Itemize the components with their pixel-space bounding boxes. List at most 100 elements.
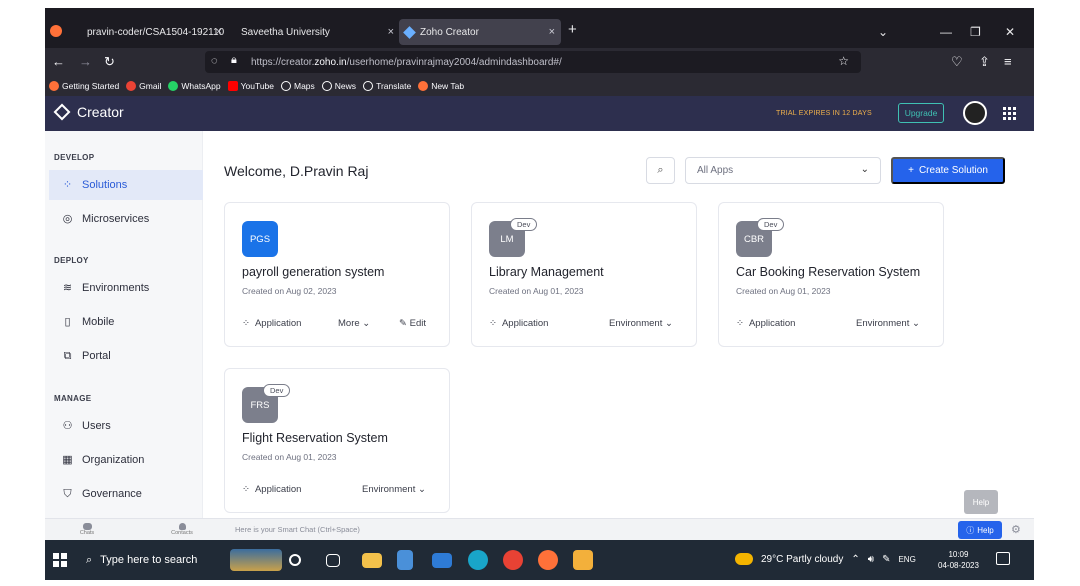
bookmark-getting-started[interactable]: Getting Started xyxy=(49,81,119,91)
tab-list-icon[interactable]: ⌄ xyxy=(878,25,888,39)
cortana-icon[interactable] xyxy=(289,554,301,566)
extensions-icon[interactable]: ⇪ xyxy=(979,54,990,70)
task-view-icon[interactable] xyxy=(326,554,340,567)
create-solution-button[interactable]: + Create Solution xyxy=(891,157,1005,184)
minimize-icon[interactable]: — xyxy=(940,25,952,39)
back-icon[interactable]: ← xyxy=(52,54,65,69)
bookmark-star-icon[interactable]: ☆ xyxy=(838,54,849,68)
chats-label: Chats xyxy=(79,530,95,536)
file-explorer-icon[interactable] xyxy=(362,553,382,568)
environment-dropdown[interactable]: Environment ⌄ xyxy=(362,484,426,495)
bookmark-news[interactable]: News xyxy=(321,81,356,91)
layers-icon: ≋ xyxy=(62,281,73,294)
upgrade-button[interactable]: Upgrade xyxy=(898,103,944,123)
mail-icon[interactable] xyxy=(432,553,452,568)
bookmark-whatsapp[interactable]: WhatsApp xyxy=(168,81,221,91)
more-button[interactable]: More ⌄ xyxy=(338,318,370,329)
calculator-icon[interactable] xyxy=(397,550,413,570)
creator-logo-icon xyxy=(53,103,71,121)
app-title[interactable]: Flight Reservation System xyxy=(242,431,388,445)
product-name: Creator xyxy=(77,104,124,120)
taskbar-search[interactable]: ⌕ Type here to search xyxy=(76,548,248,572)
bookmark-youtube[interactable]: YouTube xyxy=(227,81,274,91)
smart-chat-input[interactable]: Here is your Smart Chat (Ctrl+Space) xyxy=(235,525,360,534)
app-created-date: Created on Aug 01, 2023 xyxy=(489,286,584,296)
bookmark-gmail[interactable]: Gmail xyxy=(126,81,161,91)
close-icon[interactable]: × xyxy=(549,26,555,38)
solutions-icon: ⁘ xyxy=(62,178,73,191)
tab-github[interactable]: pravin-coder/CSA1504-192110 × xyxy=(75,19,228,45)
volume-icon[interactable]: 🔊︎ xyxy=(868,554,874,565)
application-icon: ⁘ xyxy=(489,318,497,329)
close-window-icon[interactable]: ✕ xyxy=(1005,25,1015,39)
tab-zoho-creator[interactable]: Zoho Creator × xyxy=(399,19,561,45)
globe-icon xyxy=(281,81,291,91)
clock-time: 10:09 xyxy=(948,550,969,559)
app-title[interactable]: Car Booking Reservation System xyxy=(736,265,920,279)
solution-card-pgs[interactable]: PGS payroll generation system Created on… xyxy=(224,202,450,347)
lock-icon[interactable]: 🔒︎ xyxy=(231,54,237,67)
app-title[interactable]: Library Management xyxy=(489,265,604,279)
solution-card-frs[interactable]: FRS Dev Flight Reservation System Create… xyxy=(224,368,450,513)
help-button[interactable]: ⓘ Help xyxy=(958,521,1002,539)
environment-dropdown[interactable]: Environment ⌄ xyxy=(856,318,920,329)
bookmark-maps[interactable]: Maps xyxy=(281,81,315,91)
restore-icon[interactable]: ❐ xyxy=(970,25,981,39)
close-icon[interactable]: × xyxy=(388,26,394,38)
search-button[interactable]: ⌕ xyxy=(646,157,675,184)
avatar[interactable] xyxy=(963,101,987,125)
hamburger-menu-icon[interactable]: ≡ xyxy=(1004,54,1012,69)
app-type: ⁘ Application xyxy=(242,318,301,329)
close-icon[interactable]: × xyxy=(216,26,222,38)
reload-icon[interactable]: ↻ xyxy=(104,54,115,70)
tab-saveetha[interactable]: Saveetha University × xyxy=(235,19,400,45)
firefox-icon[interactable] xyxy=(538,550,558,570)
system-tray: 29°C Partly cloudy ⌃ 🔊︎ ✎ ENG xyxy=(735,553,916,565)
app-body: DEVELOP ⁘ Solutions ◎ Microservices DEPL… xyxy=(45,131,1034,518)
tab-label: Zoho Creator xyxy=(420,26,479,38)
portal-icon: ⧉ xyxy=(63,349,72,362)
pocket-icon[interactable]: ♡ xyxy=(951,54,963,70)
city-widget-icon[interactable] xyxy=(230,549,282,571)
chevron-down-icon: ⌄ xyxy=(417,484,426,495)
app-type: ⁘ Application xyxy=(736,318,795,329)
contacts-button[interactable]: Contacts xyxy=(168,523,196,536)
bookmark-translate[interactable]: Translate xyxy=(363,81,411,91)
vscode-icon[interactable] xyxy=(573,550,593,570)
creator-logo[interactable]: Creator xyxy=(53,103,124,121)
language-indicator[interactable]: ENG xyxy=(898,555,915,564)
main-content: Welcome, D.Pravin Raj ⌕ All Apps ⌄ + Cre… xyxy=(203,131,1034,518)
pen-icon[interactable]: ✎ xyxy=(882,554,890,565)
chrome-icon[interactable] xyxy=(503,550,523,570)
settings-icon[interactable]: ⚙ xyxy=(1011,523,1021,536)
shield-icon[interactable]: ◌ xyxy=(211,55,218,67)
windows-start-icon[interactable] xyxy=(53,553,67,567)
forward-icon[interactable]: → xyxy=(79,54,92,69)
tab-label: Saveetha University xyxy=(241,26,330,38)
environment-dropdown[interactable]: Environment ⌄ xyxy=(609,318,673,329)
microservices-icon: ◎ xyxy=(62,212,73,225)
new-tab-button[interactable]: + xyxy=(568,21,577,38)
shield-check-icon: ⛉ xyxy=(63,487,72,500)
solution-card-lm[interactable]: LM Dev Library Management Created on Aug… xyxy=(471,202,697,347)
building-icon: ▦ xyxy=(62,453,73,466)
bookmark-new-tab[interactable]: New Tab xyxy=(418,81,464,91)
apps-grid-icon[interactable] xyxy=(1003,107,1016,120)
sidebar-item-label: Organization xyxy=(82,454,145,466)
app-title[interactable]: payroll generation system xyxy=(242,265,384,279)
bookmark-label: Translate xyxy=(376,81,412,91)
chats-button[interactable]: Chats xyxy=(73,523,101,536)
clock[interactable]: 10:09 04-08-2023 xyxy=(938,549,979,571)
chevron-up-icon[interactable]: ⌃ xyxy=(851,554,859,565)
solution-card-cbr[interactable]: CBR Dev Car Booking Reservation System C… xyxy=(718,202,944,347)
edge-icon[interactable] xyxy=(468,550,488,570)
edit-button[interactable]: ✎ Edit xyxy=(399,318,426,329)
url-bar[interactable]: ◌ 🔒︎ https://creator. zoho.in/userhome/pr… xyxy=(205,51,861,73)
url-path: /userhome/pravinrajmay2004/admindashboar… xyxy=(346,56,562,68)
weather-text[interactable]: 29°C Partly cloudy xyxy=(761,554,843,565)
app-filter-select[interactable]: All Apps ⌄ xyxy=(685,157,881,184)
app-filter-value: All Apps xyxy=(697,165,734,176)
firefox-menu-icon[interactable] xyxy=(50,25,62,37)
weather-icon xyxy=(735,553,753,565)
notification-icon[interactable] xyxy=(996,552,1010,565)
